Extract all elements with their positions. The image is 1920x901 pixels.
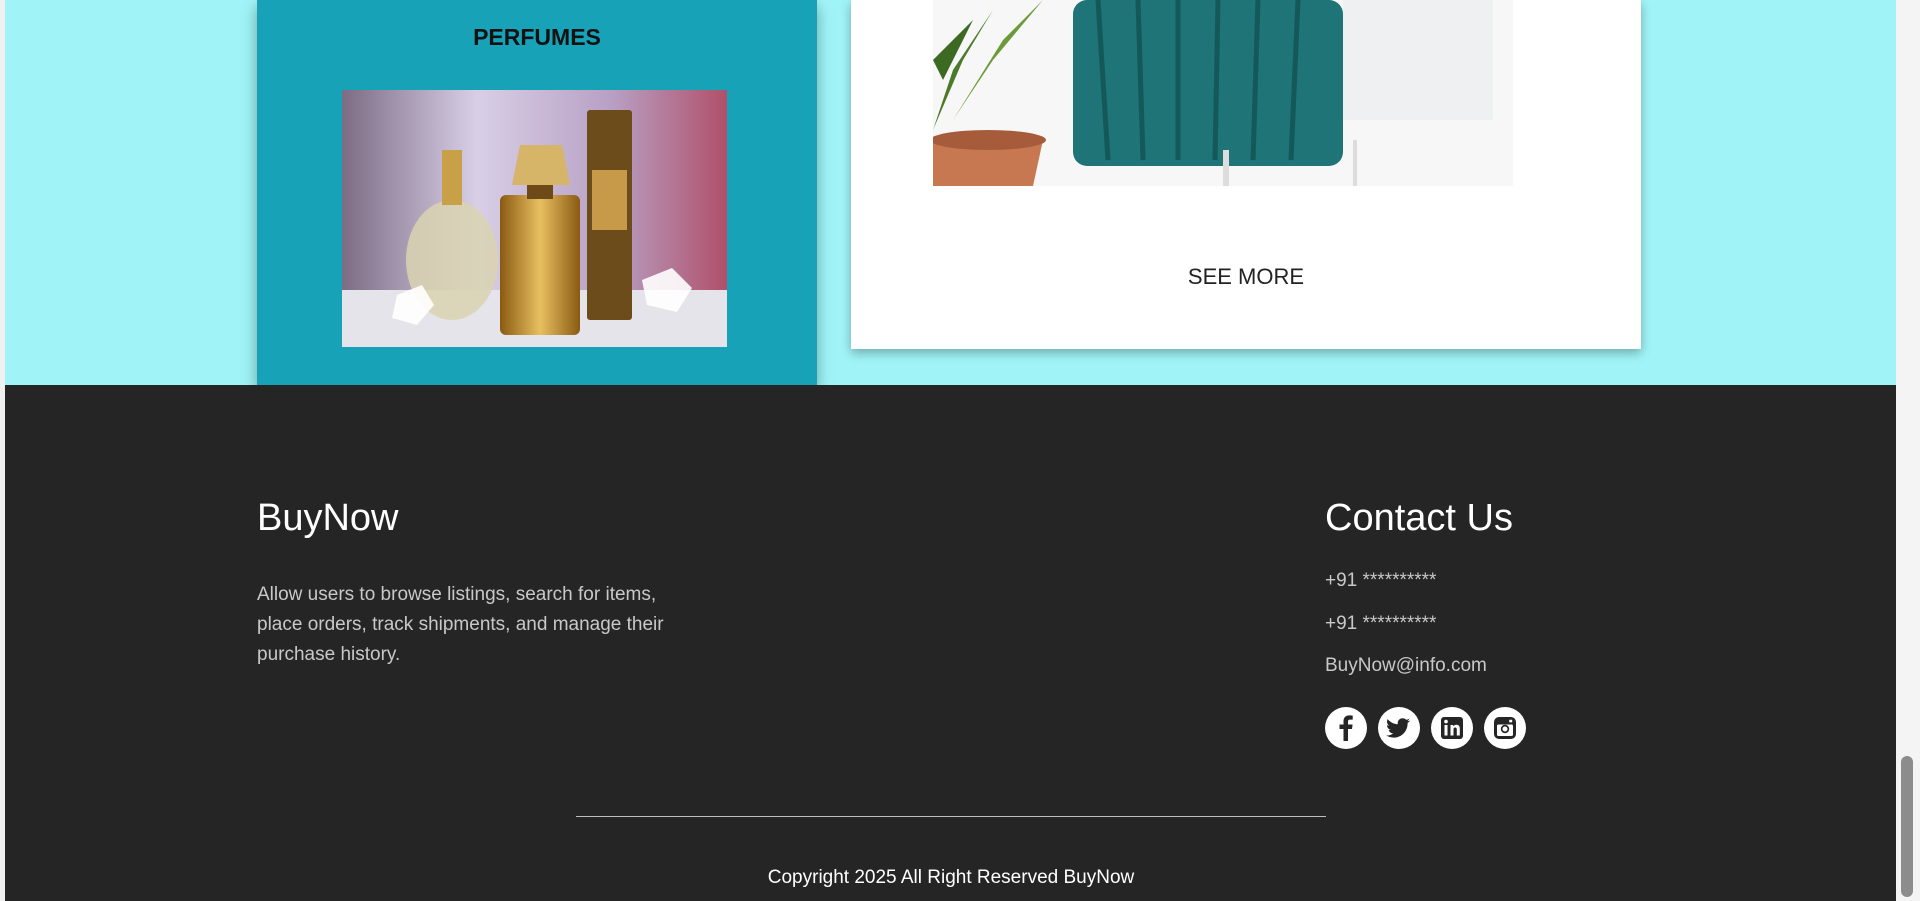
instagram-icon[interactable] <box>1484 707 1526 749</box>
contact-email[interactable]: BuyNow@info.com <box>1325 655 1487 677</box>
clothing-image <box>933 0 1513 186</box>
facebook-icon[interactable] <box>1325 707 1367 749</box>
perfumes-image <box>342 90 727 347</box>
phone-number-2: +91 ********** <box>1325 613 1437 634</box>
footer-divider <box>576 816 1326 817</box>
footer-brand-name: BuyNow <box>257 497 399 539</box>
phone-number-1: +91 ********** <box>1325 570 1437 591</box>
contact-us-heading: Contact Us <box>1325 497 1513 539</box>
clothing-category-card: SEE MORE <box>851 0 1641 349</box>
site-footer: BuyNow Allow users to browse listings, s… <box>5 385 1896 901</box>
social-links <box>1325 707 1526 749</box>
copyright-text: Copyright 2025 All Right Reserved BuyNow <box>767 867 1135 888</box>
perfumes-category-card[interactable]: PERFUMES <box>257 0 817 385</box>
linkedin-icon[interactable] <box>1431 707 1473 749</box>
footer-description: Allow users to browse listings, search f… <box>257 584 664 665</box>
see-more-link[interactable]: SEE MORE <box>851 264 1641 290</box>
perfumes-card-title: PERFUMES <box>473 24 601 50</box>
scrollbar-thumb[interactable] <box>1901 756 1913 897</box>
twitter-icon[interactable] <box>1378 707 1420 749</box>
categories-section: PERFUMES SEE MORE <box>5 0 1896 385</box>
